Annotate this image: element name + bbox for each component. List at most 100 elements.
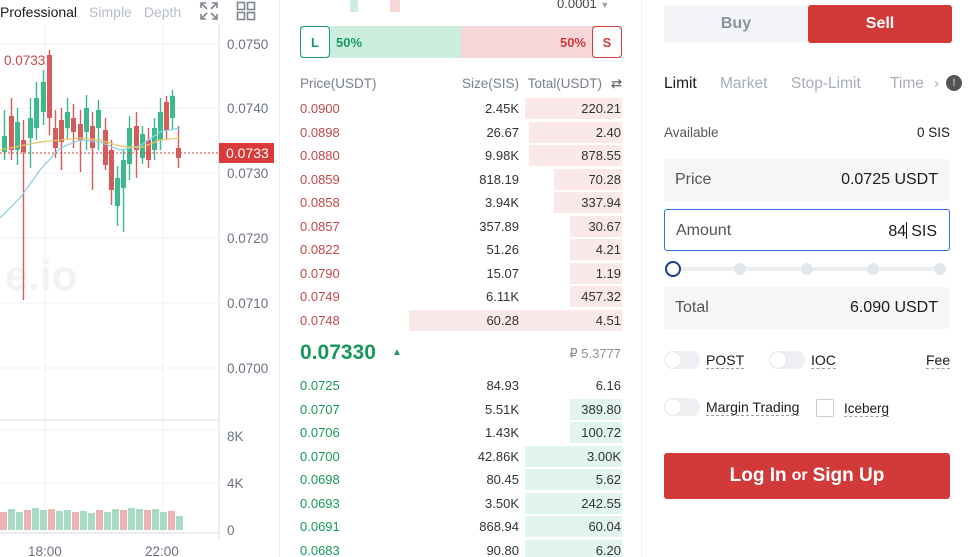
- slider-step-75[interactable]: [867, 263, 879, 275]
- ask-total: 30.67: [588, 218, 621, 234]
- bid-size: 42.86K: [477, 448, 519, 464]
- volume-axis-label: 0: [227, 523, 235, 538]
- login-signup-button[interactable]: Log In or Sign Up: [664, 453, 950, 499]
- time-axis-label: 18:00: [28, 544, 62, 557]
- price-input-label: Price: [675, 171, 712, 188]
- bid-price: 0.0706: [300, 425, 340, 440]
- ask-row[interactable]: 0.0859 818.19 70.28: [300, 168, 622, 192]
- short-badge: S: [592, 26, 622, 58]
- candle-body: [9, 116, 14, 150]
- slider-step-25[interactable]: [734, 263, 746, 275]
- candle-body: [115, 178, 120, 206]
- bid-price: 0.0725: [300, 378, 340, 393]
- volume-bar: [168, 511, 175, 530]
- ask-total: 70.28: [588, 171, 621, 187]
- available-label: Available: [664, 125, 719, 140]
- fullscreen-icon[interactable]: [199, 1, 219, 21]
- ask-row[interactable]: 0.0822 51.26 4.21: [300, 238, 622, 262]
- candle-body: [34, 98, 39, 128]
- precision-select[interactable]: 0.0001 ▼: [557, 0, 609, 11]
- margin-trading-toggle[interactable]: [664, 398, 700, 416]
- or-label: or: [791, 467, 808, 484]
- order-type-market[interactable]: Market: [720, 75, 767, 93]
- ask-row[interactable]: 0.0880 9.98K 878.55: [300, 144, 622, 168]
- time-axis-label: 22:00: [145, 544, 179, 557]
- bid-row[interactable]: 0.0683 90.80 6.20: [300, 539, 622, 557]
- ask-row[interactable]: 0.0857 357.89 30.67: [300, 215, 622, 239]
- candlestick-chart[interactable]: e.io 0.0733 0.0733 0.0750 0.0740 0.0730 0.0720…: [0, 0, 280, 557]
- price-axis-label: 0.0730: [227, 166, 268, 181]
- amount-input[interactable]: Amount 84 SIS: [664, 209, 950, 251]
- slider-handle[interactable]: [665, 261, 681, 277]
- order-type-stop-limit[interactable]: Stop-Limit: [791, 75, 861, 93]
- volume-bar: [0, 512, 7, 530]
- price-axis-label: 0.0740: [227, 101, 268, 116]
- amount-value-text: 84: [888, 223, 907, 240]
- buy-tab[interactable]: Buy: [664, 5, 808, 43]
- ask-row[interactable]: 0.0898 26.67 2.40: [300, 121, 622, 145]
- price-axis-label: 0.0720: [227, 231, 268, 246]
- total-input[interactable]: Total 6.090 USDT: [664, 287, 950, 329]
- bid-total: 3.00K: [587, 448, 621, 464]
- available-value: 0 SIS: [916, 125, 950, 140]
- bid-row[interactable]: 0.0707 5.51K 389.80: [300, 398, 622, 422]
- tab-professional[interactable]: Professional: [0, 4, 77, 20]
- signup-label: Sign Up: [812, 465, 885, 486]
- fee-link[interactable]: Fee: [926, 352, 951, 369]
- layout-grid-icon[interactable]: [236, 1, 256, 21]
- ask-price: 0.0898: [300, 124, 340, 140]
- bid-row[interactable]: 0.0698 80.45 5.62: [300, 468, 622, 492]
- volume-bar: [120, 510, 127, 530]
- price-input[interactable]: Price 0.0725 USDT: [664, 159, 950, 201]
- ask-price: 0.0790: [300, 265, 340, 281]
- candle-body: [28, 118, 33, 138]
- swap-units-icon[interactable]: ⇄: [611, 76, 622, 92]
- price-up-arrow-icon: ▲: [392, 347, 402, 358]
- ask-size: 2.45K: [485, 101, 519, 116]
- ask-size: 357.89: [479, 218, 519, 234]
- bid-row[interactable]: 0.0700 42.86K 3.00K: [300, 445, 622, 469]
- long-short-ratio: L 50% 50% S: [300, 26, 622, 58]
- chevron-down-icon: ▼: [600, 0, 610, 10]
- ask-row[interactable]: 0.0748 60.28 4.51: [300, 309, 622, 333]
- slider-step-100[interactable]: [934, 263, 946, 275]
- post-only-toggle[interactable]: [664, 351, 700, 369]
- long-percent: 50%: [336, 34, 363, 50]
- volume-bar: [104, 512, 111, 530]
- bid-row[interactable]: 0.0693 3.50K 242.55: [300, 492, 622, 516]
- ask-total: 220.21: [581, 101, 621, 116]
- size-column-header: Size(SIS): [461, 76, 519, 91]
- slider-step-50[interactable]: [801, 263, 813, 275]
- chevron-right-icon[interactable]: ›: [934, 75, 939, 92]
- candle-body: [71, 118, 76, 132]
- bid-total: 100.72: [581, 425, 621, 440]
- ask-row[interactable]: 0.0790 15.07 1.19: [300, 262, 622, 286]
- bid-row[interactable]: 0.0706 1.43K 100.72: [300, 421, 622, 445]
- ask-row[interactable]: 0.0749 6.11K 457.32: [300, 285, 622, 309]
- tab-depth[interactable]: Depth: [144, 4, 181, 20]
- bid-total: 60.04: [588, 519, 621, 534]
- volume-bar: [72, 512, 79, 530]
- tab-simple[interactable]: Simple: [89, 4, 132, 20]
- ask-row[interactable]: 0.0900 2.45K 220.21: [300, 97, 622, 121]
- amount-slider[interactable]: [664, 260, 950, 278]
- ask-total: 4.21: [595, 242, 621, 257]
- order-options-row: POST IOC Fee: [664, 351, 964, 371]
- candle-body: [96, 110, 101, 128]
- order-book: 0.0001 ▼ L 50% 50% S Price(USDT) Size(SI…: [282, 0, 642, 557]
- volume-axis-label: 4K: [227, 476, 244, 491]
- bid-size: 80.45: [486, 472, 519, 487]
- order-type-time[interactable]: Time: [890, 75, 930, 93]
- bid-price: 0.0700: [300, 448, 340, 464]
- info-icon[interactable]: !: [946, 75, 962, 91]
- order-type-limit[interactable]: Limit: [664, 75, 697, 93]
- iceberg-checkbox[interactable]: [816, 399, 834, 417]
- chart-panel: e.io 0.0733 0.0733 0.0750 0.0740 0.0730 0.0720…: [0, 0, 280, 557]
- bid-total: 6.20: [595, 542, 621, 557]
- candle-body: [121, 160, 126, 188]
- bid-row[interactable]: 0.0691 868.94 60.04: [300, 515, 622, 539]
- sell-tab[interactable]: Sell: [808, 5, 952, 43]
- ask-row[interactable]: 0.0858 3.94K 337.94: [300, 191, 622, 215]
- ioc-toggle[interactable]: [769, 351, 805, 369]
- bid-row[interactable]: 0.0725 84.93 6.16: [300, 374, 622, 398]
